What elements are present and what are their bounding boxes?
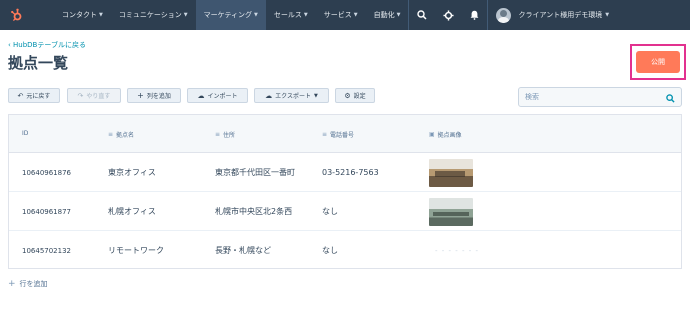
nav-item-automation[interactable]: 自動化 ▼ — [366, 0, 409, 30]
nav-item-label: コンタクト — [62, 11, 97, 19]
table-row[interactable]: 10645702132 リモートワーク 長野・札幌など なし - - - - -… — [9, 231, 681, 270]
column-header-label: 住所 — [223, 132, 236, 139]
add-column-button[interactable]: + 列を追加 — [127, 88, 181, 103]
search-input[interactable]: 検索 — [518, 87, 682, 107]
cell-name[interactable]: リモートワーク — [108, 231, 164, 270]
table-header: ID ≡ 拠点名 ≡ 住所 ≡ 電話番号 ▣ 拠点画像 — [9, 115, 681, 153]
plus-icon: + — [137, 91, 144, 100]
import-label: インポート — [207, 93, 238, 100]
import-button[interactable]: ☁ インポート — [187, 88, 248, 103]
settings-button[interactable]: ⚙ 設定 — [335, 88, 375, 103]
export-label: エクスポート — [275, 93, 311, 100]
column-header-id[interactable]: ID — [22, 130, 28, 137]
column-header-label: 拠点名 — [116, 132, 135, 139]
gear-icon: ⚙ — [344, 91, 351, 100]
settings-icon[interactable] — [435, 0, 461, 30]
top-navigation-bar: コンタクト ▼ コミュニケーション ▼ マーケティング ▼ セールス ▼ サービス ▼ 自… — [0, 0, 690, 30]
add-row-button[interactable]: + 行を追加 — [8, 279, 48, 289]
chevron-down-icon: ▼ — [99, 12, 103, 18]
cell-phone[interactable]: なし — [322, 231, 338, 270]
column-header-name[interactable]: ≡ 拠点名 — [108, 130, 134, 139]
cell-address[interactable]: 東京都千代田区一番町 — [215, 153, 310, 192]
cell-image[interactable] — [429, 153, 473, 192]
image-column-icon: ▣ — [429, 131, 435, 138]
add-column-label: 列を追加 — [146, 93, 171, 100]
nav-item-label: サービス — [323, 11, 352, 19]
office-photo-thumbnail — [429, 158, 473, 187]
chevron-down-icon: ▼ — [303, 12, 308, 18]
cell-id[interactable]: 10640961877 — [22, 192, 71, 231]
account-name: クライアント様用デモ環境 — [518, 11, 603, 19]
cell-name[interactable]: 札幌オフィス — [108, 192, 156, 231]
avatar — [496, 7, 512, 23]
search-icon — [666, 88, 675, 107]
cell-phone[interactable]: なし — [322, 192, 338, 231]
data-table: ID ≡ 拠点名 ≡ 住所 ≡ 電話番号 ▣ 拠点画像 10640961876 東京オフ… — [8, 114, 682, 269]
nav-item-label: マーケティング — [203, 11, 253, 19]
column-header-label: ID — [22, 130, 29, 137]
nav-item-contacts[interactable]: コンタクト ▼ — [54, 0, 111, 30]
settings-label: 設定 — [353, 93, 366, 100]
cloud-download-icon: ☁ — [265, 91, 273, 100]
nav-item-conversations[interactable]: コミュニケーション ▼ — [111, 0, 196, 30]
column-header-label: 電話番号 — [330, 132, 355, 139]
redo-label: やり直す — [86, 93, 111, 100]
text-column-icon: ≡ — [108, 131, 114, 138]
nav-item-marketing[interactable]: マーケティング ▼ — [195, 0, 266, 30]
text-column-icon: ≡ — [322, 131, 328, 138]
plus-icon: + — [8, 279, 16, 289]
cloud-upload-icon: ☁ — [197, 91, 205, 100]
publish-button[interactable]: 公開 — [636, 51, 680, 73]
undo-icon: ↶ — [17, 91, 24, 100]
cell-address[interactable]: 長野・札幌など — [215, 231, 310, 270]
nav-item-label: 自動化 — [373, 11, 395, 19]
cell-id[interactable]: 10645702132 — [22, 231, 71, 270]
nav-item-sales[interactable]: セールス ▼ — [266, 0, 316, 30]
notifications-icon[interactable] — [461, 0, 487, 30]
nav-item-service[interactable]: サービス ▼ — [316, 0, 366, 30]
chevron-down-icon: ▼ — [313, 92, 318, 99]
office-photo-thumbnail — [429, 197, 473, 226]
chevron-down-icon: ▼ — [353, 12, 358, 18]
table-row[interactable]: 10640961876 東京オフィス 東京都千代田区一番町 03-5216-75… — [9, 153, 681, 192]
search-placeholder: 検索 — [525, 93, 539, 101]
column-header-label: 拠点画像 — [437, 132, 462, 139]
cell-name[interactable]: 東京オフィス — [108, 153, 156, 192]
column-header-phone[interactable]: ≡ 電話番号 — [322, 130, 354, 139]
cell-id[interactable]: 10640961876 — [22, 153, 71, 192]
add-row-label: 行を追加 — [19, 280, 48, 288]
cell-image[interactable]: - - - - - - - — [435, 231, 479, 270]
table-row[interactable]: 10640961877 札幌オフィス 札幌市中央区北2条西 なし — [9, 192, 681, 231]
column-header-image[interactable]: ▣ 拠点画像 — [429, 130, 462, 139]
chevron-down-icon: ▼ — [254, 12, 258, 18]
nav-item-label: コミュニケーション — [118, 11, 182, 19]
cell-phone[interactable]: 03-5216-7563 — [322, 153, 379, 192]
export-button[interactable]: ☁ エクスポート ▼ — [254, 88, 329, 103]
cell-address[interactable]: 札幌市中央区北2条西 — [215, 192, 310, 231]
page-title: 拠点一覧 — [8, 54, 69, 72]
text-column-icon: ≡ — [215, 131, 221, 138]
chevron-down-icon: ▼ — [183, 12, 188, 18]
nav-item-label: セールス — [273, 11, 302, 19]
redo-button[interactable]: ↷ やり直す — [67, 88, 121, 103]
empty-image-placeholder: - - - - - - - — [435, 246, 480, 255]
redo-icon: ↷ — [77, 91, 84, 100]
back-to-hubdb-link[interactable]: ‹ HubDBテーブルに戻る — [8, 40, 86, 50]
column-header-address[interactable]: ≡ 住所 — [215, 130, 235, 139]
account-menu[interactable]: クライアント様用デモ環境 ▼ — [488, 0, 609, 30]
hubspot-sprocket-icon[interactable] — [0, 0, 34, 30]
chevron-down-icon: ▼ — [396, 12, 401, 18]
search-icon[interactable] — [409, 0, 435, 30]
undo-button[interactable]: ↶ 元に戻す — [8, 88, 60, 103]
chevron-down-icon: ▼ — [605, 12, 610, 18]
cell-image[interactable] — [429, 192, 473, 231]
undo-label: 元に戻す — [26, 93, 51, 100]
